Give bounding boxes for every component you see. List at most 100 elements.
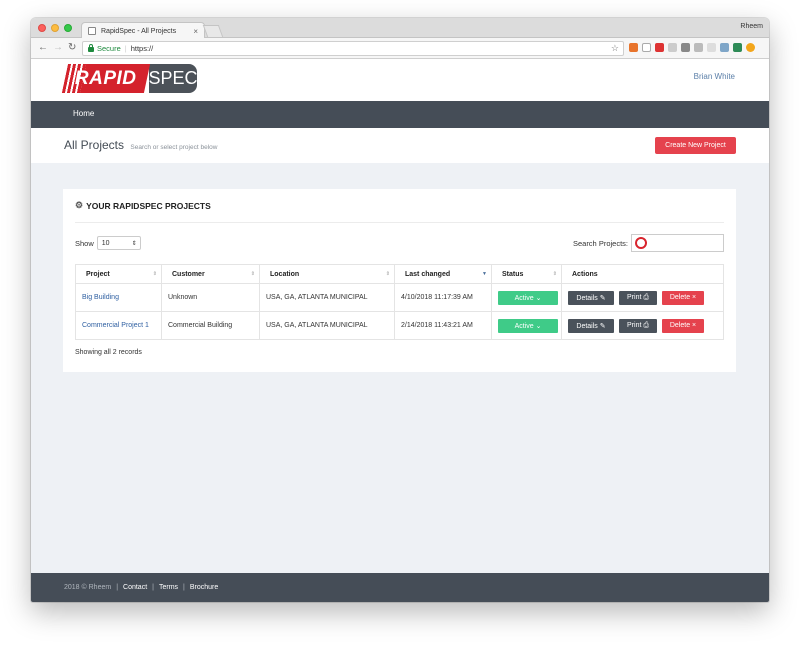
extension-icon[interactable] [642, 43, 651, 52]
sort-icon: ⇕ [250, 271, 255, 277]
extension-icon[interactable] [629, 43, 638, 52]
logo-spec-text: SPEC [148, 64, 198, 93]
bookmark-star-icon[interactable]: ☆ [611, 43, 619, 54]
table-row: Commercial Project 1 Commercial Building… [75, 311, 724, 340]
gear-icon: ⚙ [75, 200, 84, 210]
footer-link-terms[interactable]: Terms [159, 584, 178, 591]
actions-cell: Details ✎ Print ⎙ Delete × [561, 311, 724, 340]
page-subtitle: Search or select project below [130, 144, 218, 151]
url-text[interactable]: https:// [131, 44, 154, 53]
sort-desc-icon: ▼ [482, 271, 487, 277]
location-cell: USA, GA, ATLANTA MUNICIPAL [259, 311, 395, 340]
extension-icon[interactable] [694, 43, 703, 52]
maximize-window-button[interactable] [64, 24, 72, 32]
tab-close-icon[interactable]: × [193, 27, 198, 36]
footer-separator: | [183, 584, 185, 591]
details-button[interactable]: Details ✎ [568, 290, 614, 305]
new-tab-button[interactable] [202, 25, 224, 37]
tab-title: RapidSpec - All Projects [101, 27, 177, 35]
secure-indicator[interactable]: Secure [88, 44, 121, 53]
page-title-text: All Projects [64, 138, 125, 152]
column-header-project[interactable]: Project ⇕ [75, 264, 162, 284]
status-cell: Active ⌄ [491, 311, 562, 340]
browser-window: RapidSpec - All Projects × Rheem ← → ↻ S… [31, 18, 769, 602]
sort-icon: ⇕ [152, 271, 157, 277]
minimize-window-button[interactable] [51, 24, 59, 32]
panel-heading: ⚙ YOUR RAPIDSPEC PROJECTS [75, 200, 211, 211]
page-icon [88, 27, 96, 35]
print-button[interactable]: Print ⎙ [619, 318, 657, 333]
cursor-highlight-icon [635, 237, 647, 249]
panel-heading-text: YOUR RAPIDSPEC PROJECTS [86, 200, 211, 211]
footer-link-brochure[interactable]: Brochure [190, 584, 218, 591]
divider [75, 222, 724, 223]
customer-cell: Unknown [161, 283, 260, 312]
status-cell: Active ⌄ [491, 283, 562, 312]
main-nav: Home [31, 101, 769, 128]
lock-icon [88, 44, 94, 52]
logo-rapid-text: RAPID [75, 67, 137, 89]
show-label: Show [75, 238, 94, 248]
search-label: Search Projects: [572, 238, 628, 248]
table-row: Big Building Unknown USA, GA, ATLANTA MU… [75, 283, 724, 312]
site-footer: 2018 © Rheem | Contact | Terms | Brochur… [31, 573, 769, 602]
extension-icon[interactable] [668, 43, 677, 52]
project-cell: Big Building [75, 283, 162, 312]
projects-table: Project ⇕ Customer ⇕ Location ⇕ Last change… [75, 264, 724, 340]
rapidspec-logo[interactable]: RAPID SPEC [61, 64, 198, 93]
url-bar[interactable]: Secure | https:// ☆ [82, 41, 624, 56]
search-input[interactable] [631, 234, 724, 252]
footer-link-contact[interactable]: Contact [123, 584, 147, 591]
browser-profile[interactable]: Rheem [740, 23, 763, 30]
customer-cell: Commercial Building [161, 311, 260, 340]
project-link[interactable]: Commercial Project 1 [82, 322, 149, 329]
print-button[interactable]: Print ⎙ [619, 290, 657, 305]
page-size-select[interactable]: 10 ⇕ [96, 236, 141, 250]
project-cell: Commercial Project 1 [75, 311, 162, 340]
project-link[interactable]: Big Building [82, 294, 119, 301]
secure-label: Secure [97, 44, 121, 53]
extension-icon[interactable] [720, 43, 729, 52]
project-search: Search Projects: [573, 234, 724, 252]
logo-rapid-block: RAPID [61, 64, 151, 93]
create-new-project-button[interactable]: Create New Project [655, 137, 736, 154]
url-separator: | [124, 44, 127, 53]
site-header: RAPID SPEC Brian White [31, 59, 769, 101]
column-header-status[interactable]: Status ⇕ [491, 264, 562, 284]
user-menu[interactable]: Brian White [694, 72, 735, 81]
page-size-control: Show 10 ⇕ [75, 236, 141, 250]
close-window-button[interactable] [38, 24, 46, 32]
extension-icon[interactable] [733, 43, 742, 52]
extension-icon[interactable] [707, 43, 716, 52]
sort-icon: ⇕ [385, 271, 390, 277]
delete-button[interactable]: Delete × [662, 318, 704, 333]
records-count: Showing all 2 records [75, 349, 142, 356]
extension-icon[interactable] [681, 43, 690, 52]
forward-arrow-icon[interactable]: → [53, 42, 63, 54]
column-header-customer[interactable]: Customer ⇕ [161, 264, 260, 284]
delete-button[interactable]: Delete × [662, 290, 704, 305]
column-header-location[interactable]: Location ⇕ [259, 264, 395, 284]
back-arrow-icon[interactable]: ← [38, 42, 48, 54]
sort-icon: ⇕ [552, 271, 557, 277]
page-titlebar: All Projects Search or select project be… [31, 128, 769, 163]
footer-separator: | [116, 584, 119, 591]
status-dropdown[interactable]: Active ⌄ [498, 318, 558, 333]
footer-copyright: 2018 © Rheem [64, 584, 112, 591]
reload-icon[interactable]: ↻ [68, 42, 76, 54]
browser-tab[interactable]: RapidSpec - All Projects × [81, 22, 205, 39]
select-arrows-icon: ⇕ [131, 240, 137, 247]
last-changed-cell: 2/14/2018 11:43:21 AM [394, 311, 492, 340]
column-header-last-changed[interactable]: Last changed ▼ [394, 264, 492, 284]
extension-icon[interactable] [746, 43, 755, 52]
page-size-value: 10 [101, 239, 110, 247]
column-header-actions: Actions [561, 264, 724, 284]
status-dropdown[interactable]: Active ⌄ [498, 290, 558, 305]
address-toolbar: ← → ↻ Secure | https:// ☆ [31, 38, 769, 59]
nav-item-home[interactable]: Home [73, 109, 94, 118]
page-title: All Projects Search or select project be… [64, 138, 217, 152]
details-button[interactable]: Details ✎ [568, 318, 614, 333]
actions-cell: Details ✎ Print ⎙ Delete × [561, 283, 724, 312]
extension-icon[interactable] [655, 43, 664, 52]
last-changed-cell: 4/10/2018 11:17:39 AM [394, 283, 492, 312]
